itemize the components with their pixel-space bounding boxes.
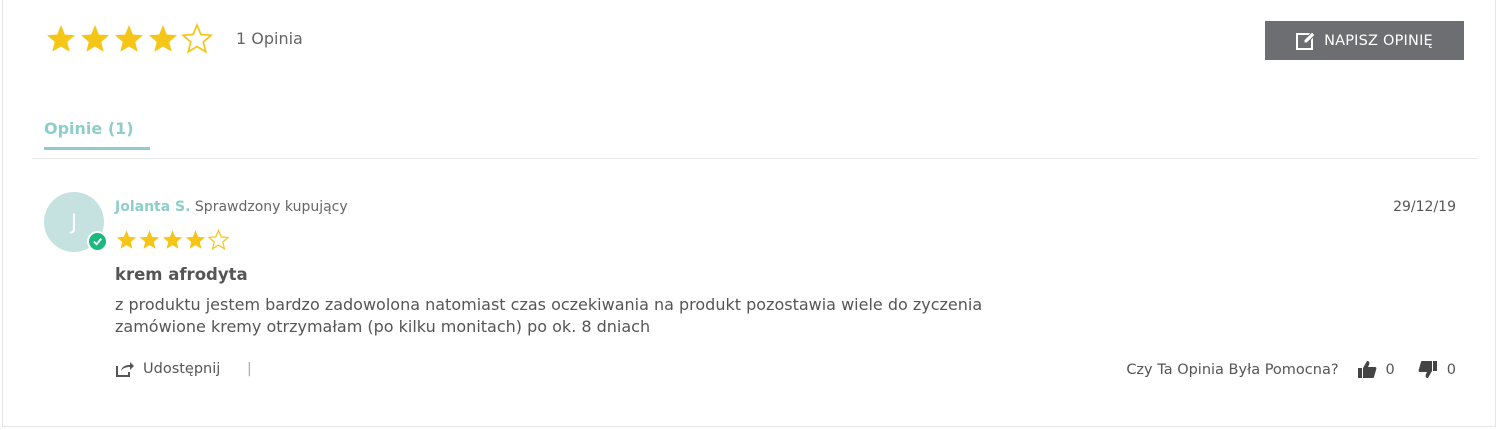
tab-reviews[interactable]: Opinie (1) — [44, 119, 150, 150]
vote-up-button[interactable]: 0 — [1357, 360, 1395, 379]
review-count: 1 Opinia — [236, 29, 303, 48]
share-label: Udostępnij — [143, 361, 221, 377]
review-title: krem afrodyta — [115, 265, 248, 284]
write-review-button[interactable]: NAPISZ OPINIĘ — [1265, 21, 1464, 60]
star-filled-icon — [81, 25, 109, 52]
separator: | — [247, 361, 252, 377]
star-filled-icon — [185, 230, 206, 249]
tab-divider — [32, 158, 1478, 159]
star-filled-icon — [149, 25, 177, 52]
write-review-label: NAPISZ OPINIĘ — [1324, 32, 1433, 49]
pencil-square-icon — [1296, 30, 1316, 50]
share-button[interactable]: Udostępnij — [115, 360, 220, 378]
review-body: z produktu jestem bardzo zadowolona nato… — [115, 294, 982, 338]
author-name: Jolanta S. — [115, 199, 191, 215]
review-author: Jolanta S. Sprawdzony kupujący — [115, 199, 348, 215]
vote-down-count: 0 — [1446, 361, 1456, 378]
share-icon — [116, 362, 134, 377]
star-filled-icon — [116, 230, 137, 249]
reviews-panel: 1 Opinia NAPISZ OPINIĘ Opinie (1) J Jola… — [2, 0, 1496, 427]
star-filled-icon — [47, 25, 75, 52]
helpful-question: Czy Ta Opinia Była Pomocna? — [1126, 361, 1339, 378]
star-empty-icon — [180, 23, 214, 54]
thumbs-down-icon — [1418, 361, 1437, 378]
star-filled-icon — [162, 230, 183, 249]
review-body-line: z produktu jestem bardzo zadowolona nato… — [115, 295, 983, 314]
star-filled-icon — [115, 25, 143, 52]
star-filled-icon — [139, 230, 160, 249]
verified-buyer-badge: Sprawdzony kupujący — [194, 199, 348, 215]
helpful-votes: Czy Ta Opinia Była Pomocna? 0 0 — [1126, 360, 1456, 379]
review-body-line: zamówione kremy otrzymałam (po kilku mon… — [115, 317, 651, 336]
star-empty-icon — [207, 229, 230, 251]
review-date: 29/12/19 — [1393, 199, 1456, 215]
thumbs-up-icon — [1357, 361, 1376, 378]
summary-star-rating — [44, 23, 214, 55]
vote-down-button[interactable]: 0 — [1418, 360, 1456, 379]
review-star-rating — [115, 229, 230, 251]
vote-up-count: 0 — [1385, 361, 1395, 378]
check-circle-icon — [87, 231, 108, 252]
